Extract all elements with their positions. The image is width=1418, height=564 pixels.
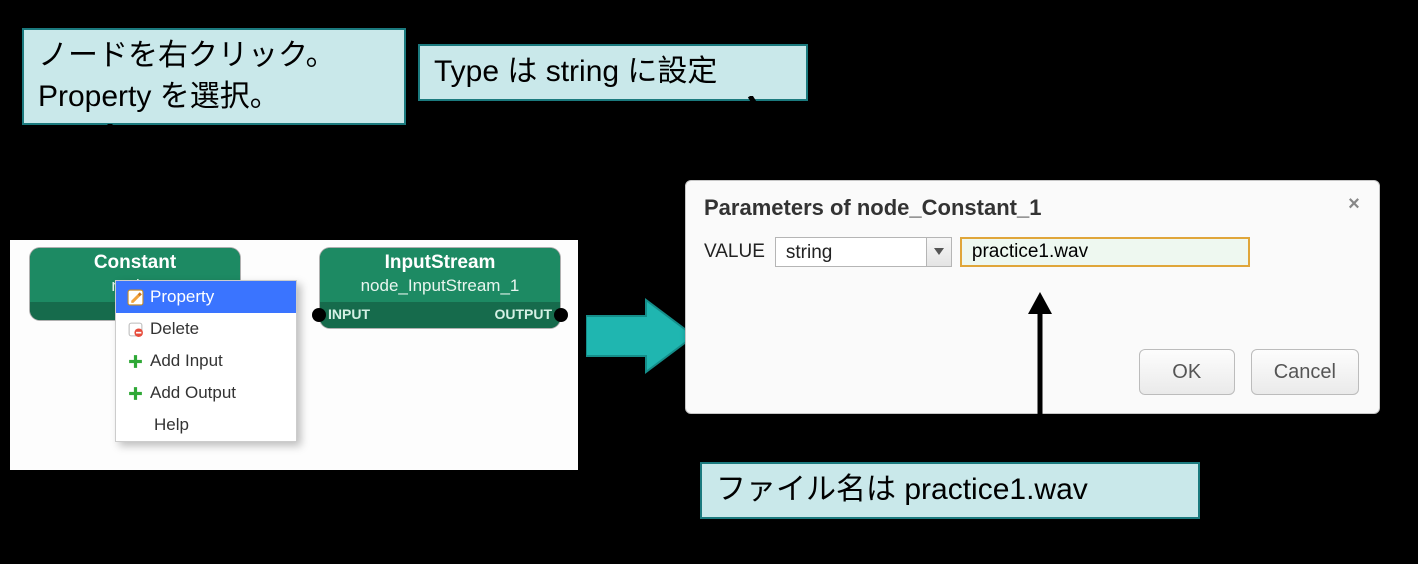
- type-select-value: string: [776, 238, 926, 266]
- menu-item-add-input[interactable]: Add Input: [116, 345, 296, 377]
- menu-item-add-input-label: Add Input: [150, 351, 223, 371]
- dialog-buttons: OK Cancel: [1139, 349, 1359, 395]
- node-inputstream-sub: node_InputStream_1: [320, 276, 560, 296]
- callout-left: ノードを右クリック。 Property を選択。: [22, 28, 406, 125]
- menu-item-delete-label: Delete: [150, 319, 199, 339]
- dialog-title-text: Parameters of node_Constant_1: [704, 195, 1041, 220]
- node-constant-title: Constant: [30, 252, 240, 274]
- close-icon[interactable]: ×: [1343, 193, 1365, 215]
- callout-left-text: ノードを右クリック。 Property を選択。: [38, 39, 336, 113]
- dialog-value-row: VALUE string: [686, 231, 1379, 267]
- menu-item-add-output[interactable]: Add Output: [116, 377, 296, 409]
- context-menu: Property Delete Add Input Add Output Hel…: [115, 280, 297, 442]
- ok-button[interactable]: OK: [1139, 349, 1235, 395]
- node-inputstream-ports: INPUT OUTPUT: [320, 302, 560, 328]
- chevron-down-icon[interactable]: [926, 238, 951, 266]
- parameters-dialog: Parameters of node_Constant_1 × VALUE st…: [685, 180, 1380, 414]
- menu-item-help[interactable]: Help: [116, 409, 296, 441]
- plus-icon: [126, 384, 144, 402]
- menu-item-property-label: Property: [150, 287, 214, 307]
- cancel-button[interactable]: Cancel: [1251, 349, 1359, 395]
- plus-icon: [126, 352, 144, 370]
- menu-item-add-output-label: Add Output: [150, 383, 236, 403]
- callout-topright: Type は string に設定: [418, 44, 808, 101]
- node-inputstream-head: InputStream node_InputStream_1: [320, 248, 560, 302]
- value-input[interactable]: [960, 237, 1250, 267]
- type-select[interactable]: string: [775, 237, 952, 267]
- delete-icon: [126, 320, 144, 338]
- port-dot-in[interactable]: [312, 308, 326, 322]
- menu-item-help-label: Help: [154, 415, 189, 434]
- callout-topright-text: Type は string に設定: [434, 55, 717, 88]
- menu-item-property[interactable]: Property: [116, 281, 296, 313]
- big-arrow-icon: [586, 296, 696, 376]
- port-in-label: INPUT: [328, 306, 370, 322]
- port-out-label: OUTPUT: [494, 306, 552, 322]
- menu-item-delete[interactable]: Delete: [116, 313, 296, 345]
- callout-bottomright: ファイル名は practice1.wav: [700, 462, 1200, 519]
- callout-bottomright-text: ファイル名は practice1.wav: [716, 473, 1088, 506]
- pencil-icon: [126, 288, 144, 306]
- port-dot-out[interactable]: [554, 308, 568, 322]
- arrow-left-callout: [80, 124, 140, 254]
- node-inputstream-title: InputStream: [320, 252, 560, 274]
- value-label: VALUE: [704, 241, 765, 263]
- node-inputstream[interactable]: InputStream node_InputStream_1 INPUT OUT…: [320, 248, 560, 328]
- dialog-title-bar: Parameters of node_Constant_1 ×: [686, 181, 1379, 231]
